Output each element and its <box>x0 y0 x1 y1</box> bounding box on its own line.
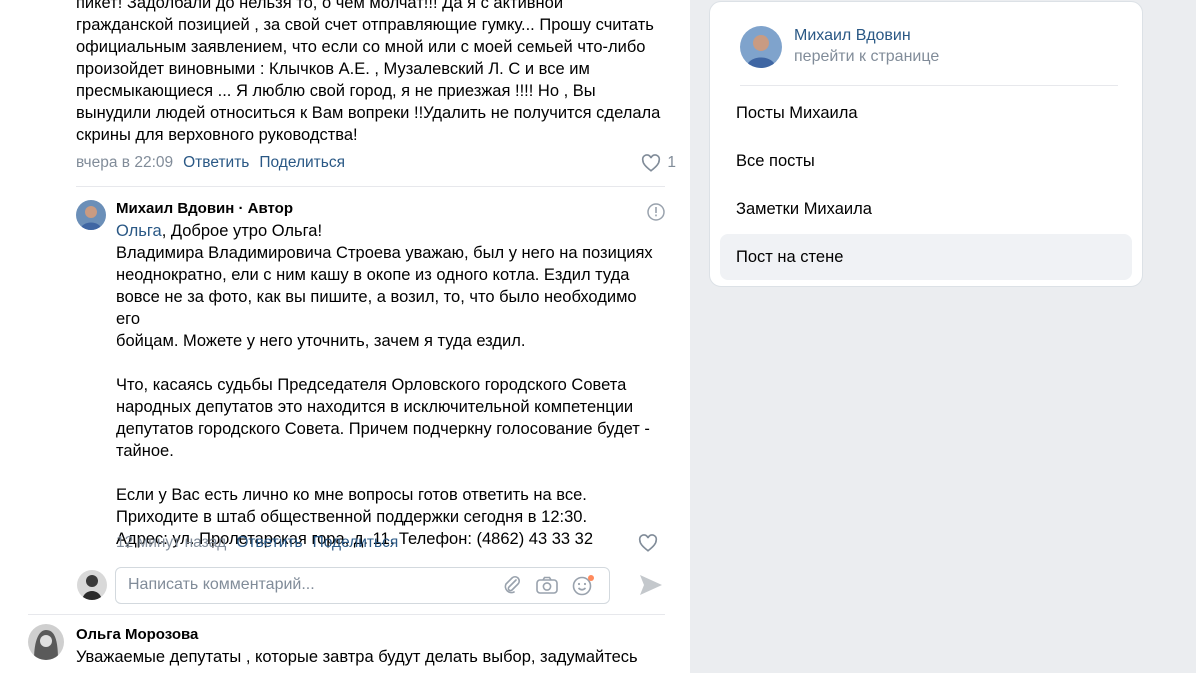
divider <box>28 614 665 615</box>
like-button[interactable] <box>638 534 664 552</box>
divider <box>740 85 1118 86</box>
sidebar: Михаил Вдовин перейти к странице Посты М… <box>709 1 1143 287</box>
owner-page-link[interactable]: перейти к странице <box>794 48 939 66</box>
like-button[interactable]: 1 <box>641 154 676 172</box>
sidebar-item-wall-post[interactable]: Пост на стене <box>720 234 1132 280</box>
owner-avatar[interactable] <box>740 26 782 68</box>
send-icon[interactable] <box>638 573 664 597</box>
comment-author[interactable]: Ольга Морозова <box>76 626 198 643</box>
author-tag: · Автор <box>234 200 294 217</box>
comment-text: Уважаемые депутаты , которые завтра буду… <box>76 648 638 666</box>
author-name[interactable]: Михаил Вдовин <box>116 200 234 217</box>
report-icon[interactable] <box>646 202 666 222</box>
reply-link[interactable]: Ответить <box>236 534 302 552</box>
comment-time[interactable]: вчера в 22:09 <box>76 154 173 172</box>
comment-placeholder: Написать комментарий... <box>128 576 315 593</box>
like-count: 1 <box>667 154 676 171</box>
comment-meta: вчера в 22:09 Ответить Поделиться 1 <box>76 152 676 174</box>
composer-icons <box>501 574 595 596</box>
comment-author[interactable]: Михаил Вдовин · Автор <box>116 200 293 217</box>
mention-link[interactable]: Ольга <box>116 222 162 240</box>
owner-name[interactable]: Михаил Вдовин <box>794 27 911 45</box>
emoji-icon[interactable] <box>571 574 595 596</box>
heart-icon <box>638 534 658 552</box>
reply-body: Ольга, Доброе утро Ольга! Владимира Влад… <box>116 220 664 550</box>
reply-greeting-line: Ольга, Доброе утро Ольга! <box>116 220 664 242</box>
reply-text: Владимира Владимировича Строева уважаю, … <box>116 244 653 548</box>
comment-input[interactable]: Написать комментарий... <box>115 567 610 604</box>
avatar[interactable] <box>28 624 64 660</box>
comment-text: пикет! Задолбали до нельзя то, о чем мол… <box>76 0 661 144</box>
share-link[interactable]: Поделиться <box>259 154 345 172</box>
sidebar-item-all-posts[interactable]: Все посты <box>720 138 1132 184</box>
reply-link[interactable]: Ответить <box>183 154 249 172</box>
share-link[interactable]: Поделиться <box>313 534 399 552</box>
heart-icon <box>642 154 661 172</box>
comments-feed: пикет! Задолбали до нельзя то, о чем мол… <box>0 0 690 673</box>
sidebar-menu: Посты Михаила Все посты Заметки Михаила … <box>720 90 1132 282</box>
comment: пикет! Задолбали до нельзя то, о чем мол… <box>76 0 676 174</box>
my-avatar[interactable] <box>77 570 107 600</box>
reply-meta: 12 минут назад Ответить Поделиться <box>116 532 664 554</box>
reply-time[interactable]: 12 минут назад <box>116 534 226 552</box>
attach-icon[interactable] <box>501 574 523 596</box>
greeting-text: , Доброе утро Ольга! <box>161 222 323 240</box>
divider <box>76 186 665 187</box>
camera-icon[interactable] <box>535 574 559 596</box>
sidebar-item-notes[interactable]: Заметки Михаила <box>720 186 1132 232</box>
avatar[interactable] <box>76 200 106 230</box>
sidebar-item-posts[interactable]: Посты Михаила <box>720 90 1132 136</box>
